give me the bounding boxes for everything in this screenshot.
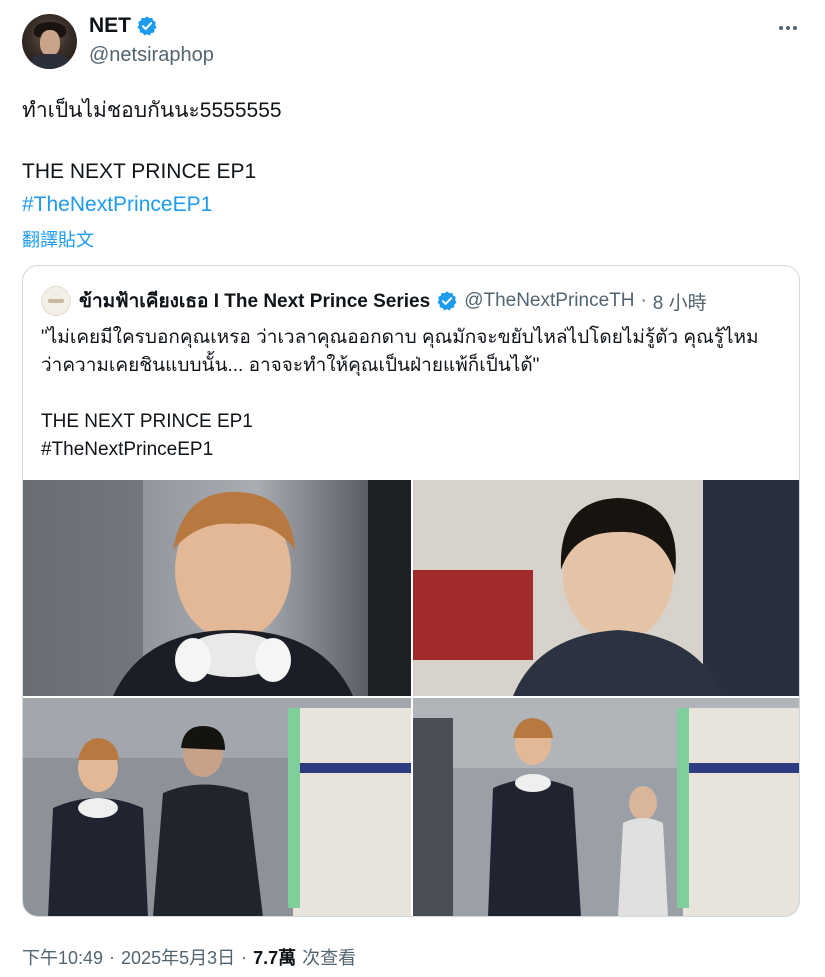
author-handle[interactable]: @netsiraphop bbox=[89, 44, 214, 67]
quoted-author-name[interactable]: ข้ามฟ้าเคียงเธอ I The Next Prince Series bbox=[79, 286, 430, 316]
post-date[interactable]: 2025年5月3日 bbox=[121, 944, 235, 970]
separator-dot: · bbox=[241, 946, 248, 967]
quoted-tweet[interactable]: ข้ามฟ้าเคียงเธอ I The Next Prince Series… bbox=[22, 265, 800, 917]
post-time[interactable]: 下午10:49 bbox=[22, 944, 103, 970]
tweet-text-line: THE NEXT PRINCE EP1 bbox=[22, 160, 257, 183]
separator-dot: · bbox=[109, 946, 116, 967]
views-label: 次查看 bbox=[302, 948, 357, 968]
quoted-text-line: ว่าความเคยชินแบบนั้น... อาจจะทำให้คุณเป็… bbox=[41, 355, 540, 376]
quoted-tweet-header: ข้ามฟ้าเคียงเธอ I The Next Prince Series… bbox=[79, 286, 707, 316]
hashtag-link[interactable]: #TheNextPrinceEP1 bbox=[22, 193, 212, 217]
media-photo[interactable] bbox=[23, 698, 411, 916]
verified-badge-icon bbox=[136, 15, 158, 37]
author-name[interactable]: NET bbox=[89, 14, 131, 38]
views-count: 7.7萬 bbox=[253, 948, 297, 968]
translate-post-link[interactable]: 翻譯貼文 bbox=[22, 226, 94, 252]
author-avatar[interactable] bbox=[22, 14, 77, 69]
quoted-author-handle[interactable]: @TheNextPrinceTH bbox=[464, 290, 634, 312]
quoted-author-avatar[interactable] bbox=[41, 286, 71, 316]
quoted-text-line: #TheNextPrinceEP1 bbox=[41, 439, 214, 460]
tweet-text-line: ทำเป็นไม่ชอบกันนะ5555555 bbox=[22, 99, 282, 122]
tweet-footer: 下午10:49 · 2025年5月3日 · 7.7萬 次查看 bbox=[22, 944, 356, 970]
media-grid bbox=[23, 480, 799, 916]
quoted-text-line: "ไม่เคยมีใครบอกคุณเหรอ ว่าเวลาคุณออกดาบ … bbox=[41, 327, 759, 348]
separator-dot: · bbox=[640, 290, 647, 311]
author-name-row[interactable]: NET bbox=[89, 14, 158, 38]
verified-badge-icon bbox=[436, 290, 458, 312]
media-photo[interactable] bbox=[413, 480, 799, 696]
media-photo[interactable] bbox=[23, 480, 411, 696]
quoted-tweet-time[interactable]: 8 小時 bbox=[653, 288, 707, 315]
quoted-tweet-body: "ไม่เคยมีใครบอกคุณเหรอ ว่าเวลาคุณออกดาบ … bbox=[41, 324, 786, 464]
media-photo[interactable] bbox=[413, 698, 799, 916]
quoted-text-line: THE NEXT PRINCE EP1 bbox=[41, 411, 253, 432]
more-options-icon[interactable] bbox=[776, 16, 800, 46]
